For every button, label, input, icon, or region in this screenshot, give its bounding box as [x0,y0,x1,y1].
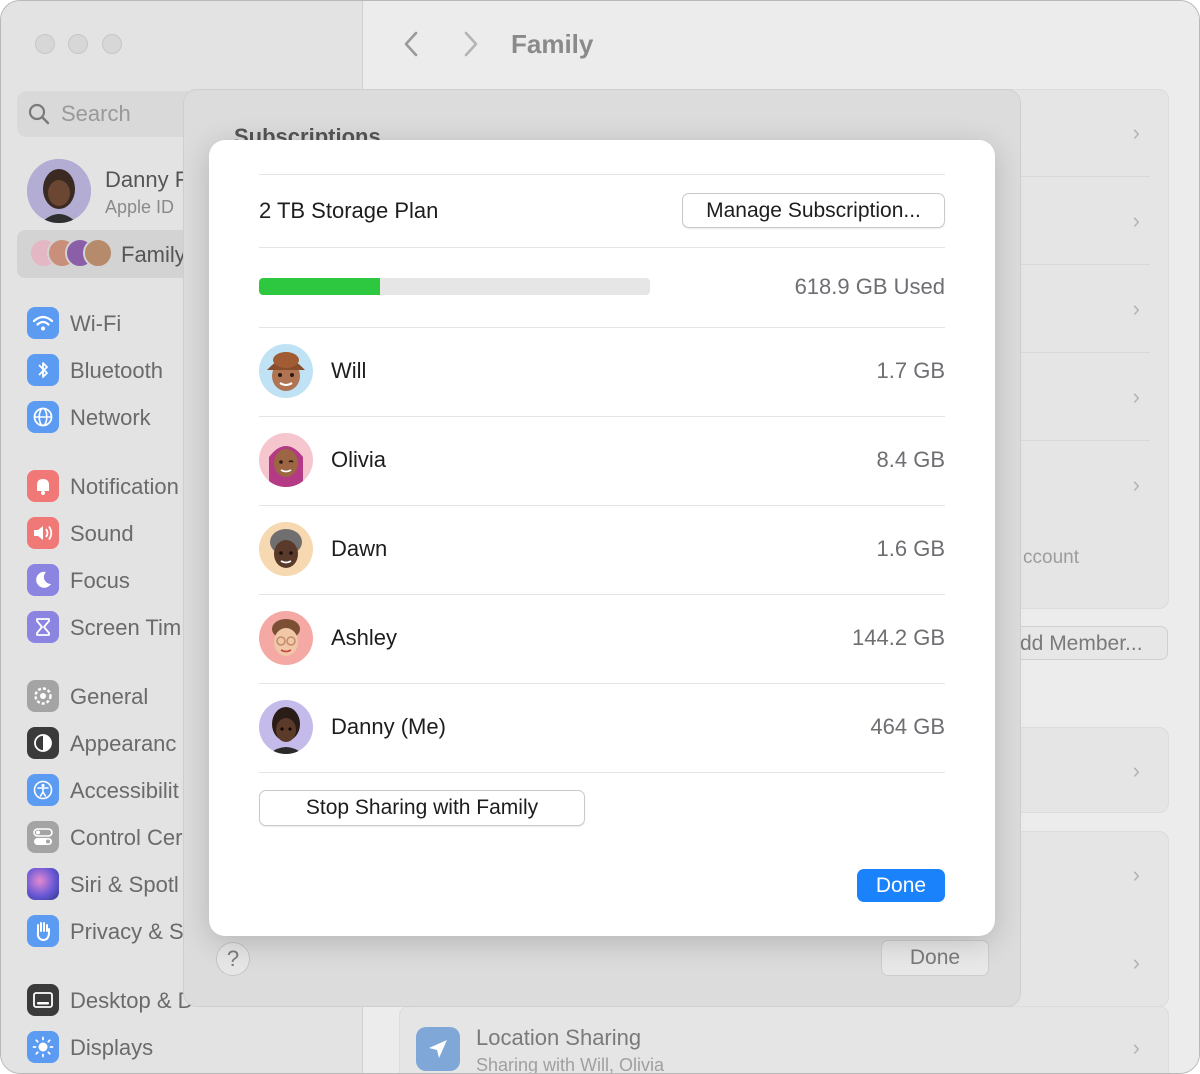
storage-plan-dialog: 2 TB Storage Plan Manage Subscription...… [209,140,995,936]
member-storage: 144.2 GB [852,625,945,650]
member-name: Dawn [331,536,388,561]
stop-sharing-button[interactable]: Stop Sharing with Family [259,790,585,826]
chevron-left-icon [404,31,418,57]
hand-icon [27,915,59,947]
profile-subtitle: Apple ID [105,197,175,217]
sidebar-item-label: Screen Tim [70,615,182,640]
member-storage: 1.6 GB [876,536,945,561]
divider [259,772,945,773]
family-avatars [29,238,119,270]
system-settings-window: Danny F Apple ID Family Wi-Fi Bluetooth [0,0,1200,1074]
page-title: Family [511,29,594,59]
manage-subscription-button[interactable]: Manage Subscription... [682,193,945,228]
bell-icon [27,470,59,502]
member-name: Will [331,358,367,383]
sidebar-item-label: Bluetooth [70,358,163,383]
profile-name: Danny F [105,167,189,192]
storage-used-text: 618.9 GB Used [794,274,945,299]
avatar [259,344,313,398]
sidebar-item-label: Notification [70,474,179,499]
chevron-right-icon[interactable]: › [1133,472,1140,498]
member-row-olivia: Olivia 8.4 GB [259,416,945,505]
sidebar-item-label: Displays [70,1035,154,1060]
chevron-right-icon: › [1132,950,1140,975]
forward-button[interactable] [455,29,485,59]
speaker-icon [27,517,59,549]
sidebar-item-label: Accessibilit [70,778,179,803]
done-button[interactable]: Done [857,869,945,902]
search-icon [28,103,50,125]
avatar [259,522,313,576]
sidebar-item-displays[interactable]: Displays [27,1030,357,1064]
avatar [259,611,313,665]
sidebar-item-label: Privacy & S [70,919,184,944]
sidebar-item-label: Wi-Fi [70,311,122,336]
hourglass-icon [27,611,59,643]
storage-usage-fill [259,278,381,295]
chevron-right-icon: › [1132,862,1140,887]
member-row-will: Will 1.7 GB [259,327,945,416]
avatar [259,700,313,754]
zoom-window-button[interactable] [102,34,122,54]
chevron-right-icon[interactable]: › [1133,208,1140,234]
chevron-right-icon[interactable]: › [1133,384,1140,410]
account-text: ccount [1023,547,1079,568]
location-sharing-title: Location Sharing [476,1025,642,1050]
chevron-right-icon [464,31,478,57]
siri-icon [27,868,59,900]
sun-icon [27,1031,59,1063]
toggles-icon [27,821,59,853]
member-row-dawn: Dawn 1.6 GB [259,505,945,594]
location-sharing-subtitle: Sharing with Will, Olivia [476,1055,665,1074]
chevron-right-icon: › [1132,1035,1140,1060]
member-storage: 8.4 GB [876,447,945,472]
moon-icon [27,564,59,596]
member-storage: 1.7 GB [876,358,945,383]
member-storage: 464 GB [870,714,945,739]
desktop-icon [27,984,59,1016]
divider [259,174,945,175]
sidebar-item-label: Network [70,405,151,430]
sidebar-item-label: Control Cer [70,825,183,850]
member-name: Olivia [331,447,387,472]
member-row-ashley: Ashley 144.2 GB [259,594,945,683]
chevron-right-icon: › [1132,758,1140,783]
member-name: Ashley [331,625,398,650]
sheet-done-button[interactable]: Done [881,940,989,976]
back-button[interactable] [397,29,427,59]
location-sharing-row[interactable]: Location Sharing Sharing with Will, Oliv… [399,1006,1169,1074]
help-button[interactable]: ? [216,942,250,976]
wifi-icon [27,307,59,339]
accessibility-icon [27,774,59,806]
add-member-button[interactable]: dd Member... [1013,626,1168,660]
sidebar-item-label: Family [121,242,186,267]
plan-name: 2 TB Storage Plan [259,198,439,223]
bluetooth-icon [27,354,59,386]
close-window-button[interactable] [35,34,55,54]
member-name: Danny (Me) [331,714,446,739]
sidebar-item-label: Appearanc [70,731,177,756]
location-arrow-icon [416,1027,460,1071]
globe-icon [27,401,59,433]
avatar [27,159,91,223]
sidebar-item-label: Desktop & D [70,988,194,1013]
storage-usage-bar [259,278,650,295]
gear-icon [27,680,59,712]
minimize-window-button[interactable] [68,34,88,54]
sidebar-item-label: Focus [70,568,130,593]
chevron-right-icon[interactable]: › [1133,296,1140,322]
appearance-icon [27,727,59,759]
chevron-right-icon[interactable]: › [1133,120,1140,146]
sidebar-item-label: Sound [70,521,134,546]
sidebar-item-label: Siri & Spotl [70,872,179,897]
member-row-danny: Danny (Me) 464 GB [259,683,945,772]
sidebar-item-label: General [70,684,149,709]
avatar [259,433,313,487]
divider [259,247,945,248]
